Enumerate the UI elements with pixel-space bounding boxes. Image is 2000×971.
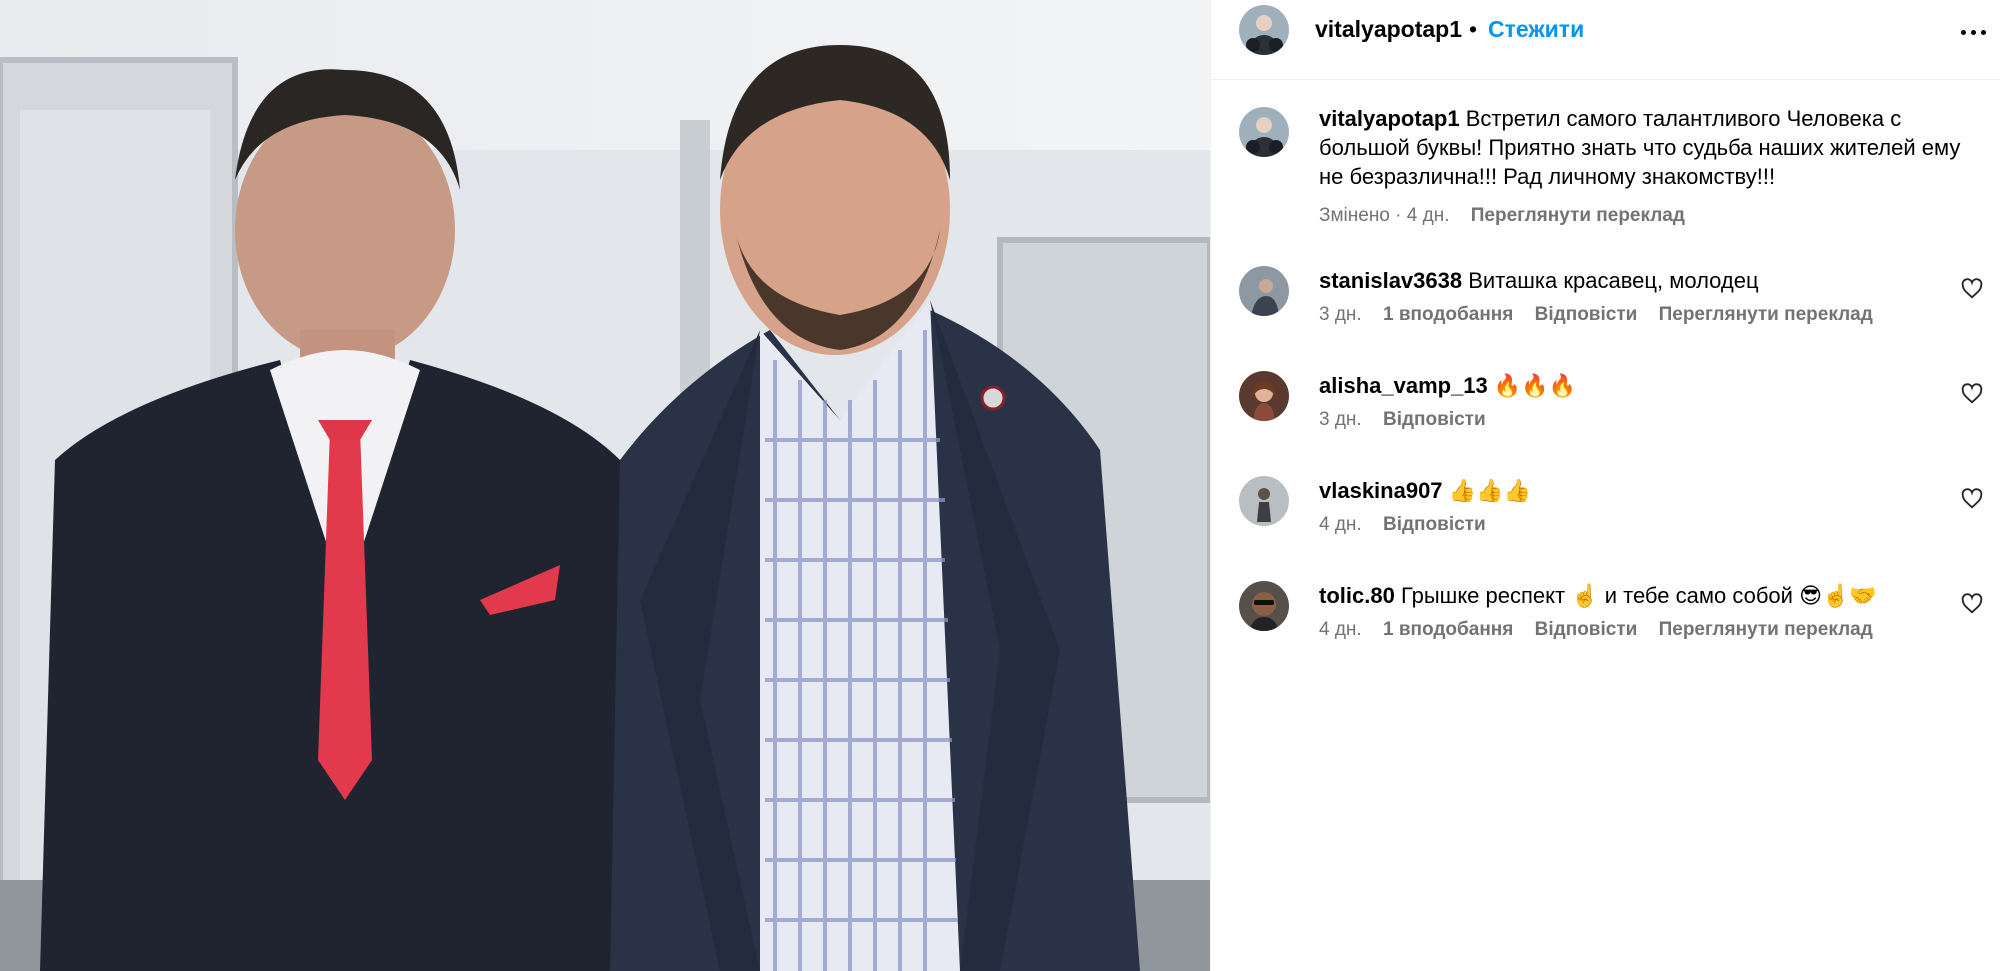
comment-text: vlaskina907 👍👍👍 [1319, 476, 1531, 505]
comment-username[interactable]: stanislav3638 [1319, 268, 1462, 293]
comment-item: tolic.80 Грышке респект ☝️ и тебе само с… [1211, 581, 2000, 671]
commenter-avatar[interactable] [1239, 266, 1289, 316]
comment-time: 4 дн. [1319, 619, 1362, 640]
commenter-avatar[interactable] [1239, 476, 1289, 526]
author-avatar[interactable] [1239, 5, 1289, 55]
comment-body: Грышке респект ☝️ и тебе само собой 😎☝️🤝 [1400, 583, 1877, 608]
comment-time: 4 дн. [1319, 514, 1362, 535]
translate-link[interactable]: Переглянути переклад [1659, 304, 1873, 325]
reply-button[interactable]: Відповісти [1383, 514, 1486, 535]
comment-meta: 3 дн. Відповісти [1319, 409, 1486, 431]
heart-icon[interactable] [1961, 278, 1983, 300]
commenter-avatar[interactable] [1239, 581, 1289, 631]
caption-translate-link[interactable]: Переглянути переклад [1471, 205, 1685, 226]
heart-icon[interactable] [1961, 488, 1983, 510]
comment-time: 3 дн. [1319, 304, 1362, 325]
post-side-panel: vitalyapotap1 • Стежити vitalyapotap1 Вс… [1210, 0, 2000, 971]
comment-meta: 3 дн. 1 вподобання Відповісти Переглянут… [1319, 304, 1873, 326]
post-header: vitalyapotap1 • Стежити [1211, 0, 2000, 80]
follow-button[interactable]: Стежити [1488, 16, 1584, 43]
comment-text: tolic.80 Грышке респект ☝️ и тебе само с… [1319, 581, 1877, 610]
author-username[interactable]: vitalyapotap1 [1315, 16, 1462, 43]
comment-text: stanislav3638 Виташка красавец, молодец [1319, 266, 1759, 295]
reply-button[interactable]: Відповісти [1535, 304, 1638, 325]
comment-username[interactable]: alisha_vamp_13 [1319, 373, 1488, 398]
translate-link[interactable]: Переглянути переклад [1659, 619, 1873, 640]
comment-body: 🔥🔥🔥 [1493, 373, 1577, 398]
separator-dot: • [1469, 16, 1478, 42]
comment-likes[interactable]: 1 вподобання [1383, 304, 1513, 325]
commenter-avatar[interactable] [1239, 371, 1289, 421]
comment-likes[interactable]: 1 вподобання [1383, 619, 1513, 640]
comment-username[interactable]: tolic.80 [1319, 583, 1395, 608]
heart-icon[interactable] [1961, 593, 1983, 615]
comment-text: alisha_vamp_13 🔥🔥🔥 [1319, 371, 1576, 400]
comment-meta: 4 дн. 1 вподобання Відповісти Переглянут… [1319, 619, 1873, 641]
caption-username[interactable]: vitalyapotap1 [1319, 106, 1460, 131]
post-photo[interactable] [0, 0, 1210, 971]
caption-text-block: vitalyapotap1 Встретил самого талантливо… [1319, 104, 1969, 230]
caption-edited-time: Змінено · 4 дн. [1319, 205, 1450, 226]
comment-item: vlaskina907 👍👍👍 4 дн. Відповісти [1211, 476, 2000, 566]
comment-item: stanislav3638 Виташка красавец, молодец … [1211, 266, 2000, 356]
reply-button[interactable]: Відповісти [1383, 409, 1486, 430]
comment-item: alisha_vamp_13 🔥🔥🔥 3 дн. Відповісти [1211, 371, 2000, 461]
caption-avatar[interactable] [1239, 107, 1289, 157]
more-horizontal-icon[interactable] [1951, 18, 1995, 46]
caption-meta: Змінено · 4 дн. Переглянути переклад [1319, 201, 1969, 230]
reply-button[interactable]: Відповісти [1535, 619, 1638, 640]
comment-username[interactable]: vlaskina907 [1319, 478, 1443, 503]
heart-icon[interactable] [1961, 383, 1983, 405]
comment-meta: 4 дн. Відповісти [1319, 514, 1486, 536]
comment-body: 👍👍👍 [1448, 478, 1531, 503]
comment-time: 3 дн. [1319, 409, 1362, 430]
comment-body: Виташка красавец, молодец [1468, 268, 1759, 293]
photo-illustration [0, 0, 1210, 971]
